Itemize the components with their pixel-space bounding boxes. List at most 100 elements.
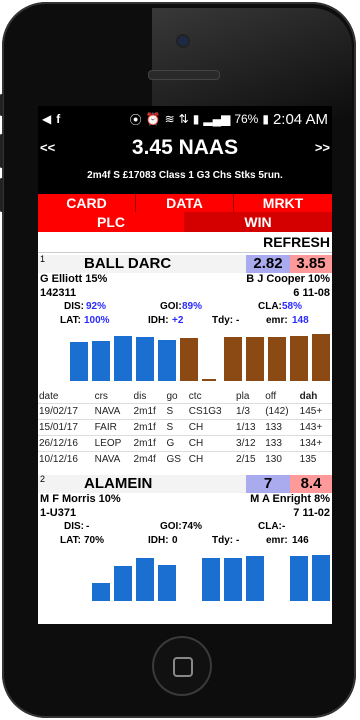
- battery-icon: ▮: [262, 112, 269, 126]
- goi-value: 89%: [182, 301, 203, 312]
- form-table-cell: 135: [298, 451, 332, 467]
- form-table-cell: GS: [165, 451, 188, 467]
- form-figures: 1-U371: [40, 507, 77, 519]
- form-row: 142311 6 11-08: [38, 287, 332, 301]
- nfc-icon: ⦿: [129, 112, 142, 127]
- runner-card[interactable]: 1 BALL DARC 2.82 3.85 G Elliott 15% B J …: [38, 254, 332, 467]
- trainer-jockey-row: G Elliott 15% B J Cooper 10%: [38, 273, 332, 287]
- form-table-cell: S: [165, 419, 188, 436]
- rating-bar: [312, 555, 330, 601]
- win-odds[interactable]: 3.85: [290, 255, 332, 273]
- tab-plc[interactable]: PLC: [38, 212, 184, 232]
- tdy-value: -: [236, 535, 240, 546]
- form-table-cell: CH: [187, 435, 236, 452]
- form-table-cell: 26/12/16: [38, 435, 94, 452]
- form-table-cell: 1/13: [235, 419, 265, 436]
- runner-name: ALAMEIN: [84, 475, 153, 492]
- earpiece-speaker: [148, 70, 220, 80]
- home-square-icon: [173, 657, 193, 677]
- facebook-icon: f: [56, 112, 61, 126]
- runner-header: 2 ALAMEIN 7 8.4: [38, 474, 332, 493]
- runner-name: BALL DARC: [84, 255, 172, 272]
- runner-number: 2: [40, 474, 46, 484]
- rating-bar: [246, 337, 264, 381]
- refresh-button[interactable]: REFRESH: [38, 232, 332, 253]
- stats-row-2: LAT: 100% IDH: +2 Tdy: - emr: 148: [38, 315, 332, 329]
- tdy-label: Tdy:: [212, 535, 234, 546]
- home-button[interactable]: [152, 636, 212, 696]
- jockey: B J Cooper 10%: [246, 273, 330, 285]
- tab-data[interactable]: DATA: [136, 194, 234, 212]
- rating-bar: [114, 336, 132, 381]
- form-table-cell: CH: [187, 419, 236, 436]
- form-table-cell: 2m1f: [132, 435, 166, 452]
- tdy-label: Tdy:: [212, 315, 234, 326]
- tab-card[interactable]: CARD: [38, 194, 136, 212]
- form-table-cell: (142): [264, 403, 299, 420]
- goi-label: GOI:: [160, 521, 182, 532]
- cla-value: -: [282, 521, 286, 532]
- volume-down-button: [0, 178, 3, 212]
- form-table-cell: 133: [264, 419, 299, 436]
- dis-label: DIS:: [64, 301, 84, 312]
- stats-row-1: DIS: - GOI: 74% CLA: -: [38, 521, 332, 535]
- trainer: G Elliott 15%: [40, 273, 108, 285]
- idh-value: +2: [172, 315, 184, 326]
- screen: ◀ f ⦿ ⏰ ≋ ⇅ ▮ ▂▄▆ 76% ▮ 2:04 AM << 3.45 …: [38, 106, 332, 624]
- form-table-header: date crs dis go ctc pla off dah: [38, 389, 332, 404]
- form-table-cell: 143+: [298, 419, 332, 436]
- form-table-cell: FAIR: [93, 419, 133, 436]
- lat-value: 70%: [84, 535, 105, 546]
- col-off: off: [265, 390, 277, 402]
- emr-value: 148: [292, 315, 309, 326]
- rating-bar: [70, 342, 88, 381]
- form-table-cell: CH: [187, 451, 236, 467]
- phone-shine: [152, 8, 352, 118]
- emr-label: emr:: [266, 315, 288, 326]
- place-odds[interactable]: 7: [246, 475, 290, 493]
- form-table-cell: 2/15: [235, 451, 265, 467]
- rating-bar: [180, 338, 198, 381]
- rating-bar: [224, 337, 242, 381]
- cla-label: CLA:: [258, 521, 282, 532]
- sim-icon: ▮: [192, 112, 200, 126]
- form-row: 1-U371 7 11-02: [38, 507, 332, 521]
- form-table-cell: 130: [264, 451, 299, 467]
- rating-bar: [136, 337, 154, 381]
- col-date: date: [39, 390, 59, 402]
- race-subtitle: 2m4f S £17083 Class 1 G3 Chs Stks 5run.: [87, 170, 283, 181]
- rating-bar: [312, 334, 330, 381]
- form-table-cell: LEOP: [93, 435, 133, 452]
- trainer: M F Morris 10%: [40, 493, 121, 505]
- form-table-cell: G: [165, 435, 188, 452]
- form-table-cell: 15/01/17: [38, 419, 94, 436]
- runner-number: 1: [40, 254, 46, 264]
- phone-frame: ◀ f ⦿ ⏰ ≋ ⇅ ▮ ▂▄▆ 76% ▮ 2:04 AM << 3.45 …: [0, 2, 356, 718]
- col-go: go: [166, 390, 178, 402]
- win-odds[interactable]: 8.4: [290, 475, 332, 493]
- idh-label: IDH:: [148, 315, 169, 326]
- volume-up-button: [0, 134, 3, 168]
- col-crs: crs: [94, 390, 108, 402]
- runner-card[interactable]: 2 ALAMEIN 7 8.4 M F Morris 10% M A Enrig…: [38, 474, 332, 601]
- form-table-cell: NAVA: [93, 451, 133, 467]
- stats-row-2: LAT: 70% IDH: 0 Tdy: - emr: 146: [38, 535, 332, 549]
- form-table: date crs dis go ctc pla off dah 19/02/17…: [38, 389, 332, 467]
- status-bar: ◀ f ⦿ ⏰ ≋ ⇅ ▮ ▂▄▆ 76% ▮ 2:04 AM: [38, 106, 332, 132]
- rating-bars: [38, 551, 332, 601]
- form-table-cell: 3/12: [235, 435, 265, 452]
- rating-bar: [92, 341, 110, 381]
- cla-label: CLA:: [258, 301, 282, 312]
- tab-mrkt[interactable]: MRKT: [234, 194, 332, 212]
- rating-bar: [246, 556, 264, 601]
- front-camera: [178, 36, 188, 46]
- place-odds[interactable]: 2.82: [246, 255, 290, 273]
- emr-label: emr:: [266, 535, 288, 546]
- form-table-cell: 2m4f: [132, 451, 166, 467]
- tab-win[interactable]: WIN: [184, 212, 332, 232]
- rating-bar: [158, 565, 176, 601]
- cla-value: 58%: [282, 301, 303, 312]
- rating-bar: [158, 340, 176, 381]
- next-race-button[interactable]: >>: [315, 140, 330, 155]
- rating-bar: [92, 583, 110, 601]
